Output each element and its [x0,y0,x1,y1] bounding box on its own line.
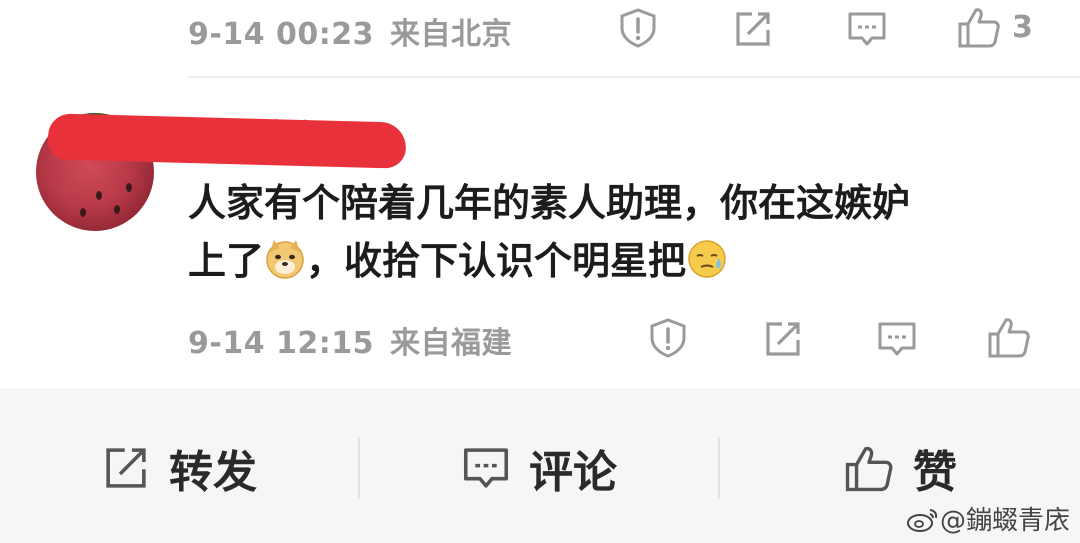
bottom-like-label: 赞 [913,446,957,498]
comment-1-source: 来自北京 [390,17,513,52]
comment-2-footer: 9-14 12:15 来自福建 [0,310,1080,370]
report-icon [650,318,686,358]
comment-button[interactable] [846,8,888,50]
report-icon [620,8,656,48]
bottom-repost-button[interactable]: 转发 [0,392,358,543]
comment-2-time: 9-14 12:15 [188,326,375,361]
comment-1-meta: 9-14 00:23 来自北京 [188,9,512,53]
bottom-action-bar: 转发 评论 赞 @鏰蝃青庡 [0,392,1080,543]
comment-1-time: 9-14 00:23 [188,17,375,52]
comment-icon [463,447,509,488]
comment-2-meta: 9-14 12:15 来自福建 [188,318,512,362]
comment-2-line-2b: ，收拾下认识个明星把 [306,239,687,283]
comment-list: 9-14 00:23 来自北京 3 人家有个陪着几年的素人助理，你在这嫉妒 上了… [0,0,1080,388]
bottom-comment-button[interactable]: 评论 [360,392,718,543]
comment-icon [848,12,886,46]
comment-2-line-1: 人家有个陪着几年的素人助理，你在这嫉妒 [188,181,911,225]
report-button[interactable] [646,316,690,360]
bottom-repost-label: 转发 [169,446,257,498]
like-button[interactable]: 3 [956,4,1033,50]
comment-divider [188,76,1080,78]
like-icon [845,446,893,491]
comment-2-source: 来自福建 [390,326,513,361]
comment-icon [878,322,916,356]
report-button[interactable] [616,6,660,50]
repost-icon [766,322,800,356]
redaction-mark [47,113,407,169]
watermark: @鏰蝃青庡 [906,500,1070,537]
bottom-comment-label: 评论 [529,446,617,498]
repost-button[interactable] [732,8,774,50]
like-icon [958,8,1000,48]
repost-icon [106,447,146,488]
weibo-logo-icon [906,509,938,532]
repost-button[interactable] [762,318,804,360]
watermark-text: @鏰蝃青庡 [939,506,1070,536]
comment-button[interactable] [876,318,918,360]
doge-emoji [266,240,304,279]
like-count: 3 [1012,9,1033,45]
like-icon [988,318,1030,358]
like-button[interactable] [986,314,1032,360]
sweat-emoji [688,240,726,278]
repost-icon [736,12,770,46]
comment-2-line-2a: 上了 [188,239,265,283]
comment-2-text: 人家有个陪着几年的素人助理，你在这嫉妒 上了 ，收拾下认识个明星把 [188,174,1068,290]
comment-2-line-2: 上了 ，收拾下认识个明星把 [188,232,1068,290]
comment-1-footer: 9-14 00:23 来自北京 3 [0,0,1080,60]
